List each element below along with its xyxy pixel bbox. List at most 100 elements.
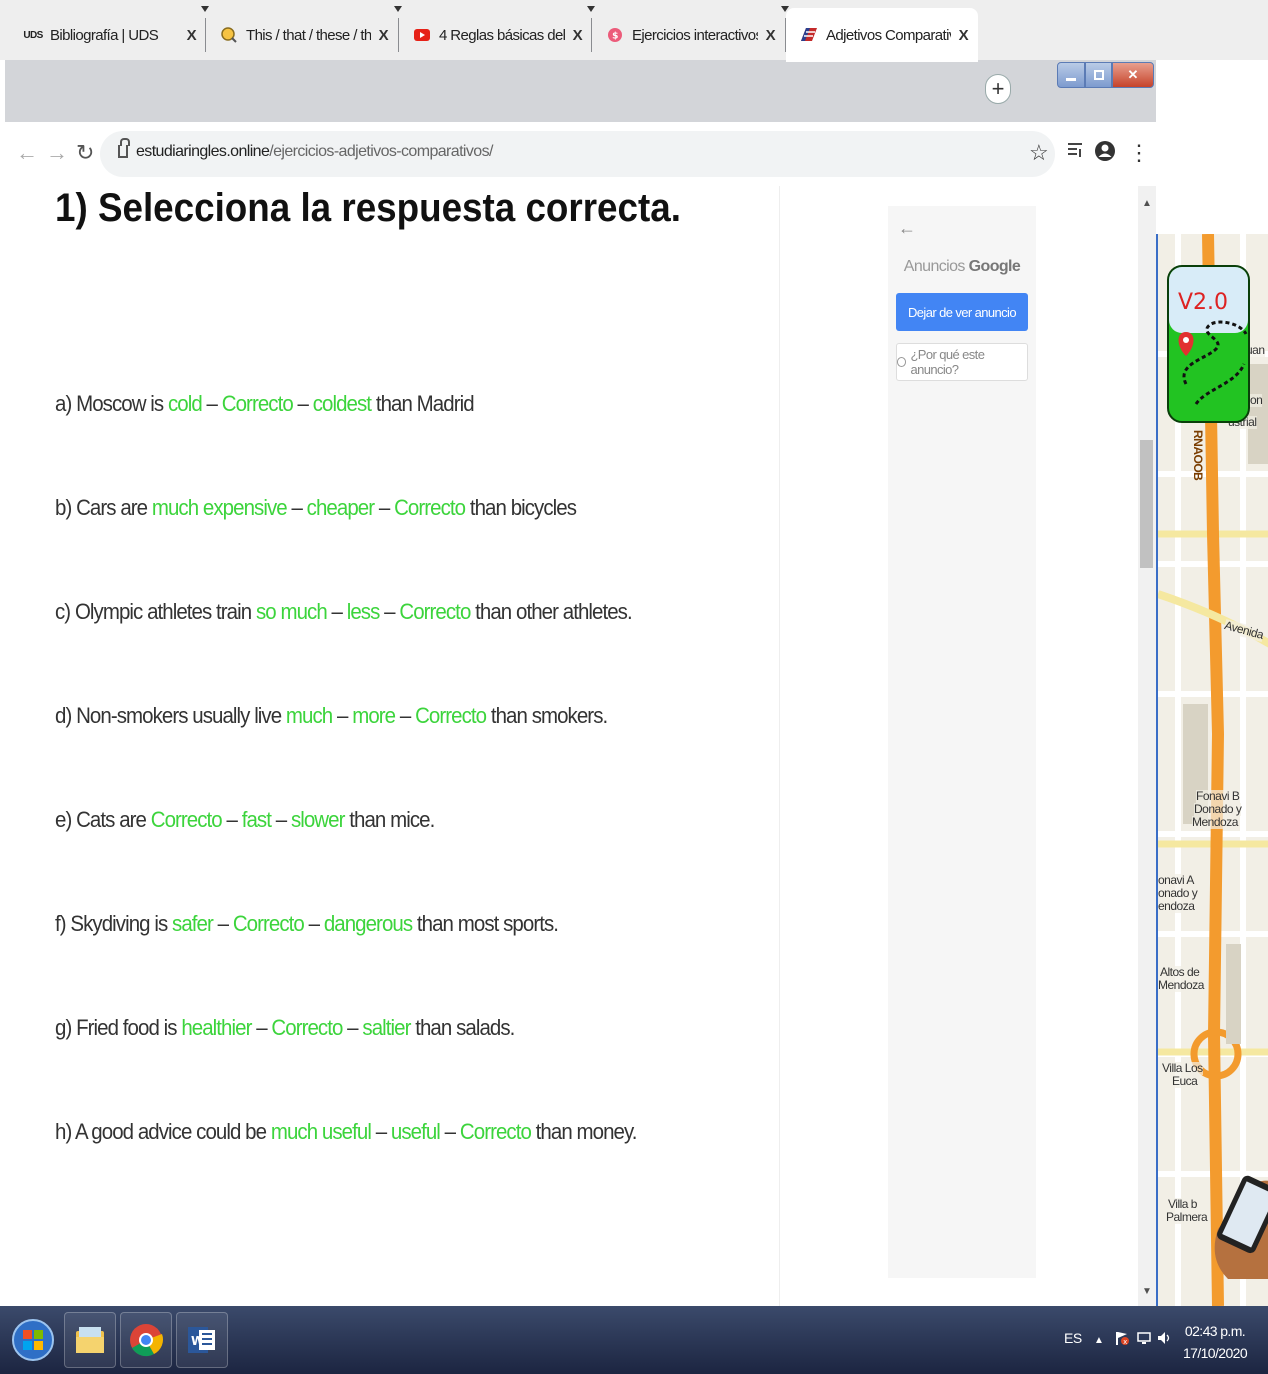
exercise-prefix: c) Olympic athletes train xyxy=(55,599,256,624)
clock-date: 17/10/2020 xyxy=(1182,1345,1248,1361)
taskbar-word[interactable]: W xyxy=(176,1312,228,1368)
page-scrollbar[interactable] xyxy=(1138,186,1156,1306)
volume-icon[interactable] xyxy=(1156,1330,1172,1349)
menu-kebab-icon[interactable]: ⋮ xyxy=(1128,140,1150,166)
forward-arrow-icon[interactable]: → xyxy=(46,140,68,166)
lock-icon xyxy=(118,138,130,158)
map-label: on xyxy=(1250,393,1263,407)
folder-icon xyxy=(76,1327,104,1353)
separator: – xyxy=(201,391,222,416)
road-label: RNAOOB xyxy=(1191,430,1205,481)
taskbar-chrome[interactable] xyxy=(120,1312,172,1368)
scroll-up-arrow-icon[interactable]: ▲ xyxy=(1142,198,1152,209)
answer-option[interactable]: coldest xyxy=(313,391,372,416)
maximize-button[interactable] xyxy=(1085,62,1112,88)
chrome-icon xyxy=(130,1324,164,1357)
close-icon: ✕ xyxy=(1127,67,1139,82)
start-button[interactable] xyxy=(8,1312,58,1368)
answer-option[interactable]: healthier xyxy=(181,1015,252,1040)
answer-option[interactable]: Correcto xyxy=(415,703,487,728)
exercise-suffix: than most sports. xyxy=(412,911,559,936)
answer-option[interactable]: Correcto xyxy=(151,807,223,832)
exercise-suffix: than smokers. xyxy=(486,703,608,728)
separator: – xyxy=(212,911,233,936)
exercise-prefix: b) Cars are xyxy=(55,495,152,520)
close-icon[interactable]: X xyxy=(766,27,776,44)
answer-option[interactable]: much expensive xyxy=(152,495,288,520)
answer-option[interactable]: cheaper xyxy=(307,495,375,520)
exercise-prefix: d) Non-smokers usually live xyxy=(55,703,286,728)
answer-option[interactable]: much useful xyxy=(271,1119,372,1144)
answer-option[interactable]: safer xyxy=(172,911,214,936)
answer-option[interactable]: useful xyxy=(391,1119,441,1144)
separator: – xyxy=(292,391,313,416)
answer-option[interactable]: Correcto xyxy=(399,599,471,624)
answer-option[interactable]: Correcto xyxy=(394,495,466,520)
language-indicator[interactable]: ES xyxy=(1064,1330,1082,1346)
close-icon[interactable]: X xyxy=(379,27,389,44)
pink-circle-icon: $ xyxy=(606,26,624,44)
answer-option[interactable]: more xyxy=(352,703,396,728)
answer-option[interactable]: Correcto xyxy=(271,1015,343,1040)
taskbar-file-explorer[interactable] xyxy=(64,1312,116,1368)
tab-adjetivos-comparativos[interactable]: Adjetivos Comparativos Eje X xyxy=(786,8,978,62)
answer-option[interactable]: Correcto xyxy=(460,1119,532,1144)
exercise-prefix: g) Fried food is xyxy=(55,1015,182,1040)
taskbar-clock[interactable]: 02:43 p.m. 17/10/2020 xyxy=(1180,1320,1250,1364)
answer-option[interactable]: cold xyxy=(168,391,203,416)
exercise-h: h) A good advice could be much useful – … xyxy=(55,1119,637,1145)
answer-option[interactable]: Correcto xyxy=(222,391,294,416)
answer-option[interactable]: much xyxy=(286,703,333,728)
close-window-button[interactable]: ✕ xyxy=(1112,62,1154,88)
restore-icon xyxy=(1093,70,1104,80)
answer-option[interactable]: saltier xyxy=(362,1015,411,1040)
answer-option[interactable]: slower xyxy=(291,807,345,832)
reading-list-icon[interactable] xyxy=(1066,140,1084,164)
answer-option[interactable]: less xyxy=(347,599,381,624)
action-center-flag-icon[interactable]: x xyxy=(1114,1330,1130,1349)
close-icon[interactable]: X xyxy=(187,27,197,44)
why-this-ad-button[interactable]: ¿Por qué este anuncio? xyxy=(896,343,1028,381)
separator: – xyxy=(370,1119,391,1144)
tab-label: 4 Reglas básicas del COMP. xyxy=(439,26,565,44)
exercise-g: g) Fried food is healthier – Correcto – … xyxy=(55,1015,515,1041)
back-arrow-icon[interactable]: ← xyxy=(16,140,38,166)
scrollbar-thumb[interactable] xyxy=(1140,440,1153,568)
exercise-prefix: e) Cats are xyxy=(55,807,151,832)
exercise-d: d) Non-smokers usually live much – more … xyxy=(55,703,608,729)
exercise-e: e) Cats are Correcto – fast – slower tha… xyxy=(55,807,435,833)
stop-seeing-ad-button[interactable]: Dejar de ver anuncio xyxy=(896,293,1028,331)
app-logo-icon[interactable]: V2.0 xyxy=(1166,264,1251,424)
network-icon[interactable] xyxy=(1136,1330,1152,1349)
minimize-icon xyxy=(1066,77,1076,81)
close-icon[interactable]: X xyxy=(573,27,583,44)
tab-this-that[interactable]: This / that / these / those | X xyxy=(206,8,398,62)
url-text[interactable]: estudiaringles.online/ejercicios-adjetiv… xyxy=(136,143,493,161)
word-icon: W xyxy=(188,1327,215,1353)
tab-ejercicios-interactivos[interactable]: $ Ejercicios interactivos: comp X xyxy=(592,8,785,62)
tab-reglas-basicas[interactable]: 4 Reglas básicas del COMP. X xyxy=(399,8,592,62)
reload-icon[interactable]: ↻ xyxy=(76,140,94,166)
ad-back-arrow-icon[interactable]: ← xyxy=(898,218,916,239)
bookmark-star-icon[interactable]: ☆ xyxy=(1029,140,1049,166)
answer-option[interactable]: fast xyxy=(242,807,272,832)
phone-in-hand-image xyxy=(1214,1175,1268,1279)
separator: – xyxy=(286,495,307,520)
tab-bibliografia[interactable]: UDS Bibliografía | UDS X xyxy=(10,8,206,62)
scroll-down-arrow-icon[interactable]: ▼ xyxy=(1142,1286,1152,1297)
answer-option[interactable]: dangerous xyxy=(324,911,413,936)
uds-logo-icon: UDS xyxy=(23,29,43,41)
answer-option[interactable]: so much xyxy=(256,599,328,624)
show-hidden-icons-arrow-icon[interactable]: ▲ xyxy=(1094,1335,1104,1346)
flag-icon xyxy=(800,26,818,44)
exercise-suffix: than Madrid xyxy=(371,391,475,416)
minimize-button[interactable] xyxy=(1057,62,1085,88)
separator: – xyxy=(303,911,324,936)
svg-text:x: x xyxy=(1123,1338,1127,1346)
why-this-ad-label: ¿Por qué este anuncio? xyxy=(910,347,985,377)
exercise-c: c) Olympic athletes train so much – less… xyxy=(55,599,633,625)
new-tab-button[interactable]: + xyxy=(985,74,1011,104)
close-icon[interactable]: X xyxy=(959,27,969,44)
profile-avatar-icon[interactable] xyxy=(1094,140,1116,168)
answer-option[interactable]: Correcto xyxy=(233,911,305,936)
